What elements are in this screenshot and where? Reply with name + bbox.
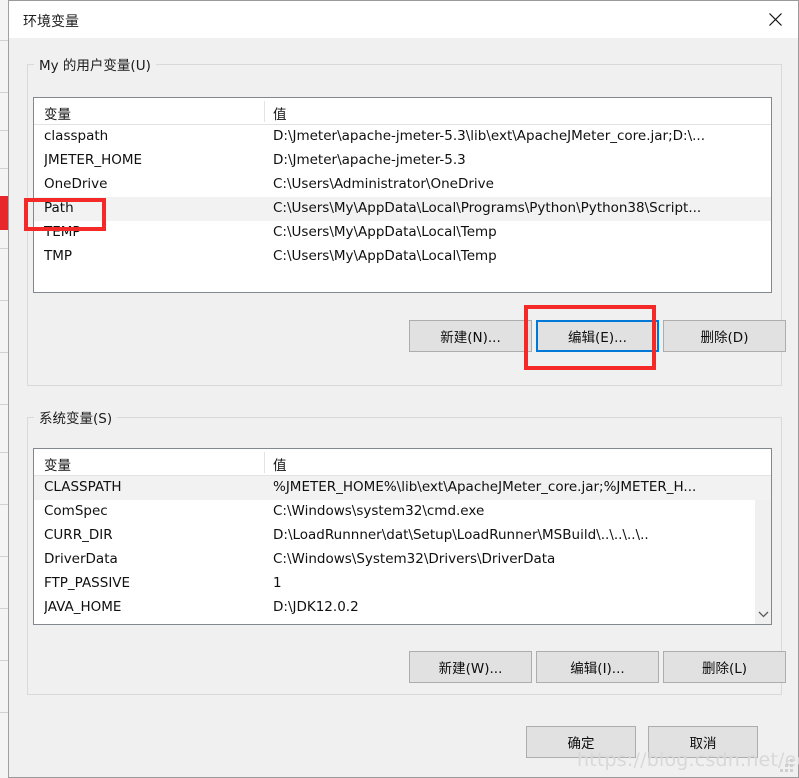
system-var-value: D:\Jmeter\apache-jmeter-5.1.1\apache-jme… [273, 623, 733, 624]
window-title: 环境变量 [23, 14, 79, 30]
system-var-value: C:\Windows\System32\Drivers\DriverData [273, 551, 556, 567]
user-var-value: C:\Users\Administrator\OneDrive [273, 176, 494, 192]
table-row[interactable]: DriverData C:\Windows\System32\Drivers\D… [34, 548, 771, 572]
table-row[interactable]: JAVA_HOME D:\JDK12.0.2 [34, 596, 771, 620]
user-var-value: C:\Users\My\AppData\Local\Programs\Pytho… [273, 200, 702, 216]
user-variables-list[interactable]: 变量 值 classpath D:\Jmeter\apache-jmeter-5… [33, 97, 772, 293]
system-var-value: 1 [273, 575, 282, 591]
table-row[interactable]: CURR_DIR D:\LoadRunnner\dat\Setup\LoadRu… [34, 524, 771, 548]
table-row[interactable]: OneDrive C:\Users\Administrator\OneDrive [34, 173, 771, 197]
user-variables-legend: My 的用户变量(U) [34, 54, 156, 74]
user-delete-button[interactable]: 删除(D) [663, 320, 786, 352]
system-var-name: CLASSPATH [44, 479, 122, 495]
table-row[interactable]: JMETER_HOME D:\Jmeter\apache-jmeter-5.3 [34, 149, 771, 173]
table-row-path-selected[interactable]: Path C:\Users\My\AppData\Local\Programs\… [34, 197, 771, 221]
system-var-value: D:\LoadRunnner\dat\Setup\LoadRunner\MSBu… [273, 527, 649, 543]
user-var-value: D:\Jmeter\apache-jmeter-5.3 [273, 152, 466, 168]
user-list-rows: classpath D:\Jmeter\apache-jmeter-5.3\li… [34, 125, 771, 269]
system-header-divider [264, 452, 265, 473]
system-var-name: CURR_DIR [44, 527, 113, 543]
user-var-value: D:\Jmeter\apache-jmeter-5.3\lib\ext\Apac… [273, 128, 706, 144]
table-row[interactable]: FTP_PASSIVE 1 [34, 572, 771, 596]
user-var-name: OneDrive [44, 176, 108, 192]
user-column-header-value[interactable]: 值 [273, 103, 287, 123]
user-var-name: Path [44, 200, 74, 216]
system-variables-legend: 系统变量(S) [34, 407, 118, 427]
user-header-divider [264, 101, 265, 122]
user-column-header-name[interactable]: 变量 [44, 103, 71, 123]
system-var-value: %JMETER_HOME%\lib\ext\ApacheJMeter_core.… [273, 479, 697, 495]
background-window-strip [0, 0, 8, 778]
environment-variables-dialog: 环境变量 My 的用户变量(U) 变量 值 classpath D:\Jmete… [8, 0, 799, 778]
user-var-name: TEMP [44, 224, 81, 240]
table-row[interactable]: TMP C:\Users\My\AppData\Local\Temp [34, 245, 771, 269]
system-list-rows: CLASSPATH %JMETER_HOME%\lib\ext\ApacheJM… [34, 476, 771, 624]
user-var-name: classpath [44, 128, 109, 144]
user-var-value: C:\Users\My\AppData\Local\Temp [273, 224, 497, 240]
user-new-button[interactable]: 新建(N)... [409, 320, 532, 352]
user-var-value: C:\Users\My\AppData\Local\Temp [273, 248, 497, 264]
system-list-header: 变量 值 [34, 449, 771, 476]
user-var-name: JMETER_HOME [44, 152, 143, 168]
environment-variables-screen: 环境变量 My 的用户变量(U) 变量 值 classpath D:\Jmete… [0, 0, 799, 778]
watermark-text: https://blog.csdn.net/eerty2588 [577, 749, 799, 771]
system-edit-button[interactable]: 编辑(I)... [536, 651, 659, 683]
system-var-value: D:\JDK12.0.2 [273, 599, 359, 615]
system-var-name: JMETER_HOME [44, 623, 259, 624]
system-var-name: FTP_PASSIVE [44, 575, 131, 591]
user-var-name: TMP [44, 248, 73, 264]
table-row-classpath-selected[interactable]: CLASSPATH %JMETER_HOME%\lib\ext\ApacheJM… [34, 476, 771, 500]
resize-grip[interactable] [780, 759, 794, 773]
table-row[interactable]: ComSpec C:\Windows\system32\cmd.exe [34, 500, 771, 524]
system-column-header-value[interactable]: 值 [273, 454, 287, 474]
system-var-name: JAVA_HOME [44, 599, 122, 615]
system-variables-list[interactable]: 变量 值 CLASSPATH %JMETER_HOME%\lib\ext\Apa… [33, 448, 772, 625]
system-var-name: ComSpec [44, 503, 108, 519]
close-icon[interactable] [752, 1, 798, 38]
system-new-button[interactable]: 新建(W)... [409, 651, 532, 683]
system-delete-button[interactable]: 删除(L) [663, 651, 786, 683]
system-column-header-name[interactable]: 变量 [44, 454, 71, 474]
user-edit-button[interactable]: 编辑(E)... [536, 320, 659, 352]
table-row[interactable]: TEMP C:\Users\My\AppData\Local\Temp [34, 221, 771, 245]
table-row[interactable]: JMETER_HOME D:\Jmeter\apache-jmeter-5.1.… [34, 620, 771, 624]
system-var-value: C:\Windows\system32\cmd.exe [273, 503, 485, 519]
table-row[interactable]: classpath D:\Jmeter\apache-jmeter-5.3\li… [34, 125, 771, 149]
user-list-header: 变量 值 [34, 98, 771, 125]
system-var-name: DriverData [44, 551, 118, 567]
titlebar: 环境变量 [9, 1, 798, 38]
